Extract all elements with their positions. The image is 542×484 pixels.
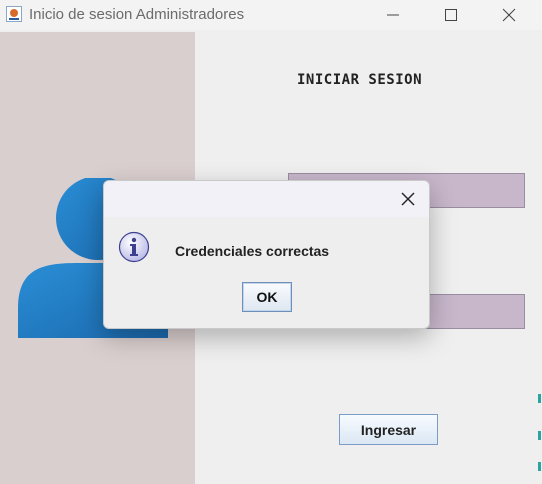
close-icon — [502, 8, 516, 22]
close-button[interactable] — [486, 0, 532, 30]
java-cup-icon — [6, 6, 22, 22]
window-title: Inicio de sesion Administradores — [29, 6, 245, 23]
maximize-icon — [445, 9, 457, 21]
ingresar-button[interactable]: Ingresar — [339, 414, 438, 445]
edge-marker — [538, 394, 541, 403]
minimize-button[interactable] — [370, 0, 416, 30]
dialog-message: Credenciales correctas — [175, 243, 330, 259]
info-icon — [118, 231, 150, 263]
message-dialog: Credenciales correctas OK — [103, 180, 430, 329]
login-window: Inicio de sesion Administradores INICIAR… — [0, 0, 542, 484]
maximize-button[interactable] — [428, 0, 474, 30]
close-icon — [401, 192, 415, 206]
edge-marker — [538, 431, 541, 440]
dialog-title-bar[interactable] — [104, 181, 429, 217]
minimize-icon — [387, 14, 399, 16]
form-heading: INICIAR SESION — [297, 72, 423, 88]
ok-button[interactable]: OK — [242, 282, 292, 312]
title-bar[interactable]: Inicio de sesion Administradores — [0, 0, 542, 30]
dialog-close-button[interactable] — [394, 185, 422, 213]
edge-marker — [538, 462, 541, 471]
